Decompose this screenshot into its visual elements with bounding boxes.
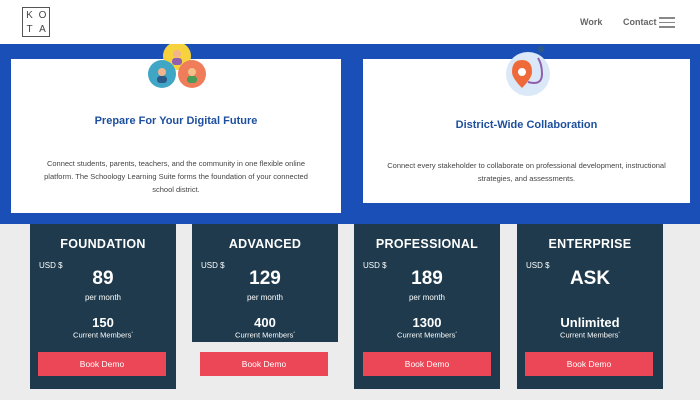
plan-members-label: Current Members* — [73, 330, 133, 340]
plan-price: ASK — [569, 268, 611, 289]
book-demo-button[interactable]: Book Demo — [525, 352, 653, 376]
book-demo-button[interactable]: Book Demo — [363, 352, 491, 376]
card-title: District-Wide Collaboration — [455, 119, 598, 131]
card-title: Prepare For Your Digital Future — [94, 115, 258, 127]
plan-period: per month — [246, 293, 284, 302]
plan-card-advanced: ADVANCED USD $ 129 per month 400 Current… — [192, 224, 338, 342]
plan-members-label: Current Members* — [560, 330, 620, 340]
plan-members: 150 — [92, 315, 114, 330]
plan-price: 189 — [411, 268, 443, 289]
kota-logo[interactable]: K O T A — [22, 7, 50, 37]
map-pin-route-icon — [506, 46, 550, 96]
plan-period: per month — [408, 293, 446, 302]
book-demo-button[interactable]: Book Demo — [200, 352, 328, 376]
plan-name: ENTERPRISE — [548, 237, 632, 251]
plan-name: PROFESSIONAL — [375, 237, 479, 251]
logo-letter: A — [39, 23, 46, 35]
hamburger-menu-icon[interactable] — [659, 17, 675, 28]
plan-members: 400 — [254, 315, 276, 330]
nav-work-link[interactable]: Work — [580, 17, 602, 27]
nav-contact-link[interactable]: Contact — [623, 17, 657, 27]
plan-members: Unlimited — [560, 315, 620, 330]
plan-name: FOUNDATION — [60, 237, 146, 251]
logo-letter: O — [38, 9, 47, 21]
book-demo-button[interactable]: Book Demo — [38, 352, 166, 376]
people-group-icon — [148, 44, 206, 88]
logo-letter: T — [26, 23, 33, 35]
site-header: K O T A Work Contact — [0, 0, 700, 44]
plan-members: 1300 — [412, 315, 442, 330]
plan-members-label: Current Members* — [397, 330, 457, 340]
plan-period: per month — [84, 293, 122, 302]
plan-name: ADVANCED — [228, 237, 302, 251]
logo-letter: K — [26, 9, 33, 21]
plan-members-label: Current Members* — [235, 330, 295, 340]
card-body: Connect every stakeholder to collaborate… — [387, 161, 666, 183]
card-body: Connect students, parents, teachers, and… — [44, 159, 308, 194]
plan-price: 89 — [92, 268, 114, 289]
plan-price: 129 — [249, 268, 281, 289]
